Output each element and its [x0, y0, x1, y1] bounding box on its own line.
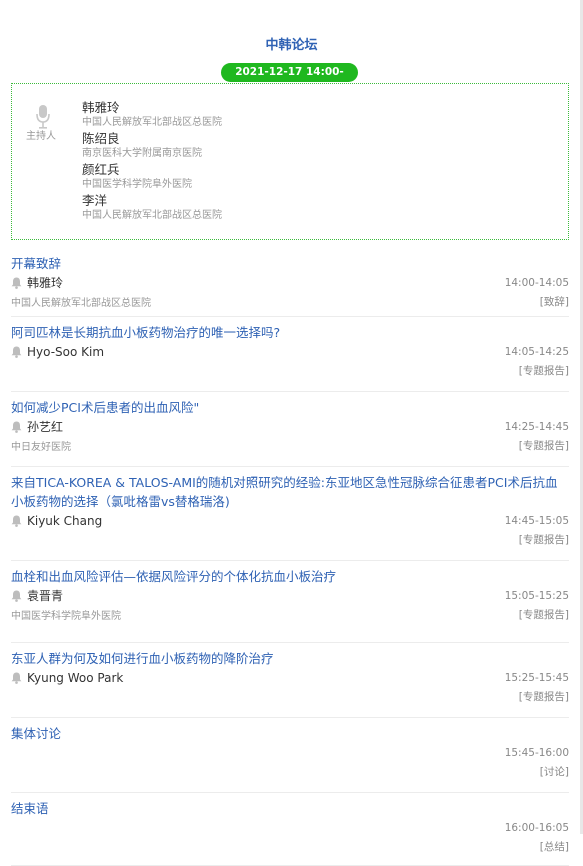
bell-icon — [11, 346, 22, 358]
session-tag: [专题报告] — [518, 534, 569, 546]
session-tag: [专题报告] — [518, 609, 569, 621]
microphone-icon — [36, 105, 50, 129]
speaker-name: Hyo-Soo Kim — [27, 344, 105, 359]
host-org: 中国医学科学院阜外医院 — [82, 179, 192, 190]
bell-icon — [11, 590, 22, 602]
session-item[interactable]: 如何减少PCI术后患者的出血风险" 孙艺红 14:25-14:45 中日友好医院 [专题… — [11, 398, 569, 467]
session-list: 开幕致辞韩雅玲 14:00-14:05 中国人民解放军北部战区总医院 [致辞] 阿司匹林… — [11, 254, 569, 866]
session-item[interactable]: 东亚人群为何及如何进行血小板药物的降阶治疗 Kyung Woo Park 15:25… — [11, 649, 569, 718]
session-topic[interactable]: 来自TICA-KOREA & TALOS-AMI的随机对照研究的经验:东亚地区急… — [11, 473, 569, 511]
host-org: 中国人民解放军北部战区总医院 — [82, 117, 222, 128]
session-topic[interactable]: 如何减少PCI术后患者的出血风险" — [11, 398, 569, 417]
bell-icon — [11, 672, 22, 684]
host-entry: 李洋中国人民解放军北部战区总医院 — [82, 193, 222, 224]
session-speaker: Kiyuk Chang — [11, 514, 102, 528]
host-name: 颜红兵 — [82, 162, 120, 177]
session-time: 15:05-15:25 — [504, 589, 569, 602]
speaker-name: 袁晋青 — [27, 589, 64, 603]
host-name: 李洋 — [82, 193, 108, 208]
bell-icon — [11, 515, 22, 527]
session-topic[interactable]: 血栓和出血风险评估—依据风险评分的个体化抗血小板治疗 — [11, 567, 569, 586]
session-topic[interactable]: 东亚人群为何及如何进行血小板药物的降阶治疗 — [11, 649, 569, 668]
host-panel: 主持人 韩雅玲 中国人民解放军北部战区总医院 陈绍良 南京医科大学附属南京医院 颜红兵中… — [11, 83, 569, 240]
session-item[interactable]: 开幕致辞韩雅玲 14:00-14:05 中国人民解放军北部战区总医院 [致辞] — [11, 254, 569, 317]
session-speaker: 袁晋青 — [11, 587, 63, 604]
session-item[interactable]: 来自TICA-KOREA & TALOS-AMI的随机对照研究的经验:东亚地区急… — [11, 473, 569, 561]
session-item[interactable]: 结束语 16:00-16:05 [总结] — [11, 799, 569, 866]
host-org: 中国人民解放军北部战区总医院 — [82, 210, 222, 221]
session-speaker: Hyo-Soo Kim — [11, 345, 104, 359]
session-tag: [致辞] — [539, 296, 569, 308]
bell-icon — [11, 277, 22, 289]
host-entry: 陈绍良南京医科大学附属南京医院 — [82, 131, 222, 162]
session-org: 中日友好医院 — [11, 442, 71, 453]
session-time: 16:00-16:05 — [504, 821, 569, 834]
session-tag: [专题报告] — [518, 365, 569, 377]
session-tag: [总结] — [539, 841, 569, 853]
host-name: 陈绍良 — [82, 131, 120, 146]
session-tag: [讨论] — [539, 766, 569, 778]
host-label: 主持人 — [26, 131, 56, 142]
host-org: 南京医科大学附属南京医院 — [82, 148, 202, 159]
forum-title: 中韩论坛 — [265, 38, 318, 53]
session-speaker: 韩雅玲 — [11, 274, 63, 291]
session-time: 14:00-14:05 — [504, 276, 569, 289]
forum-time-badge: 2021-12-17 14:00-16:05 — [221, 63, 358, 97]
session-item[interactable]: 集体讨论 15:45-16:00 [讨论] — [11, 724, 569, 793]
bell-icon — [11, 421, 22, 433]
session-topic[interactable]: 开幕致辞 — [11, 254, 569, 273]
session-time: 15:25-15:45 — [504, 671, 569, 684]
host-name: 韩雅玲 — [82, 100, 120, 115]
session-org: 中国人民解放军北部战区总医院 — [11, 298, 151, 309]
session-time: 14:25-14:45 — [504, 420, 569, 433]
session-tag: [专题报告] — [518, 440, 569, 452]
session-org: 中国医学科学院阜外医院 — [11, 611, 121, 622]
session-topic[interactable]: 阿司匹林是长期抗血小板药物治疗的唯一选择吗? — [11, 323, 569, 342]
session-speaker: 孙艺红 — [11, 418, 63, 435]
speaker-name: 韩雅玲 — [27, 276, 64, 290]
session-time: 15:45-16:00 — [504, 746, 569, 759]
session-speaker: Kyung Woo Park — [11, 671, 123, 685]
session-tag: [专题报告] — [518, 691, 569, 703]
session-item[interactable]: 阿司匹林是长期抗血小板药物治疗的唯一选择吗? Hyo-Soo Kim 14:05-1… — [11, 323, 569, 392]
session-time: 14:05-14:25 — [504, 345, 569, 358]
host-entry: 颜红兵中国医学科学院阜外医院 — [82, 162, 222, 193]
host-list: 韩雅玲 中国人民解放军北部战区总医院 陈绍良 南京医科大学附属南京医院 颜红兵 中国医学科… — [82, 100, 222, 224]
session-topic[interactable]: 集体讨论 — [11, 724, 569, 743]
speaker-name: 孙艺红 — [27, 420, 64, 434]
session-time: 14:45-15:05 — [504, 514, 569, 527]
speaker-name: Kiyuk Chang — [27, 513, 103, 528]
session-topic[interactable]: 结束语 — [11, 799, 569, 818]
session-item[interactable]: 血栓和出血风险评估—依据风险评分的个体化抗血小板治疗袁晋青 15:05-15:25… — [11, 567, 569, 643]
host-entry: 韩雅玲中国人民解放军北部战区总医院 — [82, 100, 222, 131]
speaker-name: Kyung Woo Park — [27, 670, 124, 685]
